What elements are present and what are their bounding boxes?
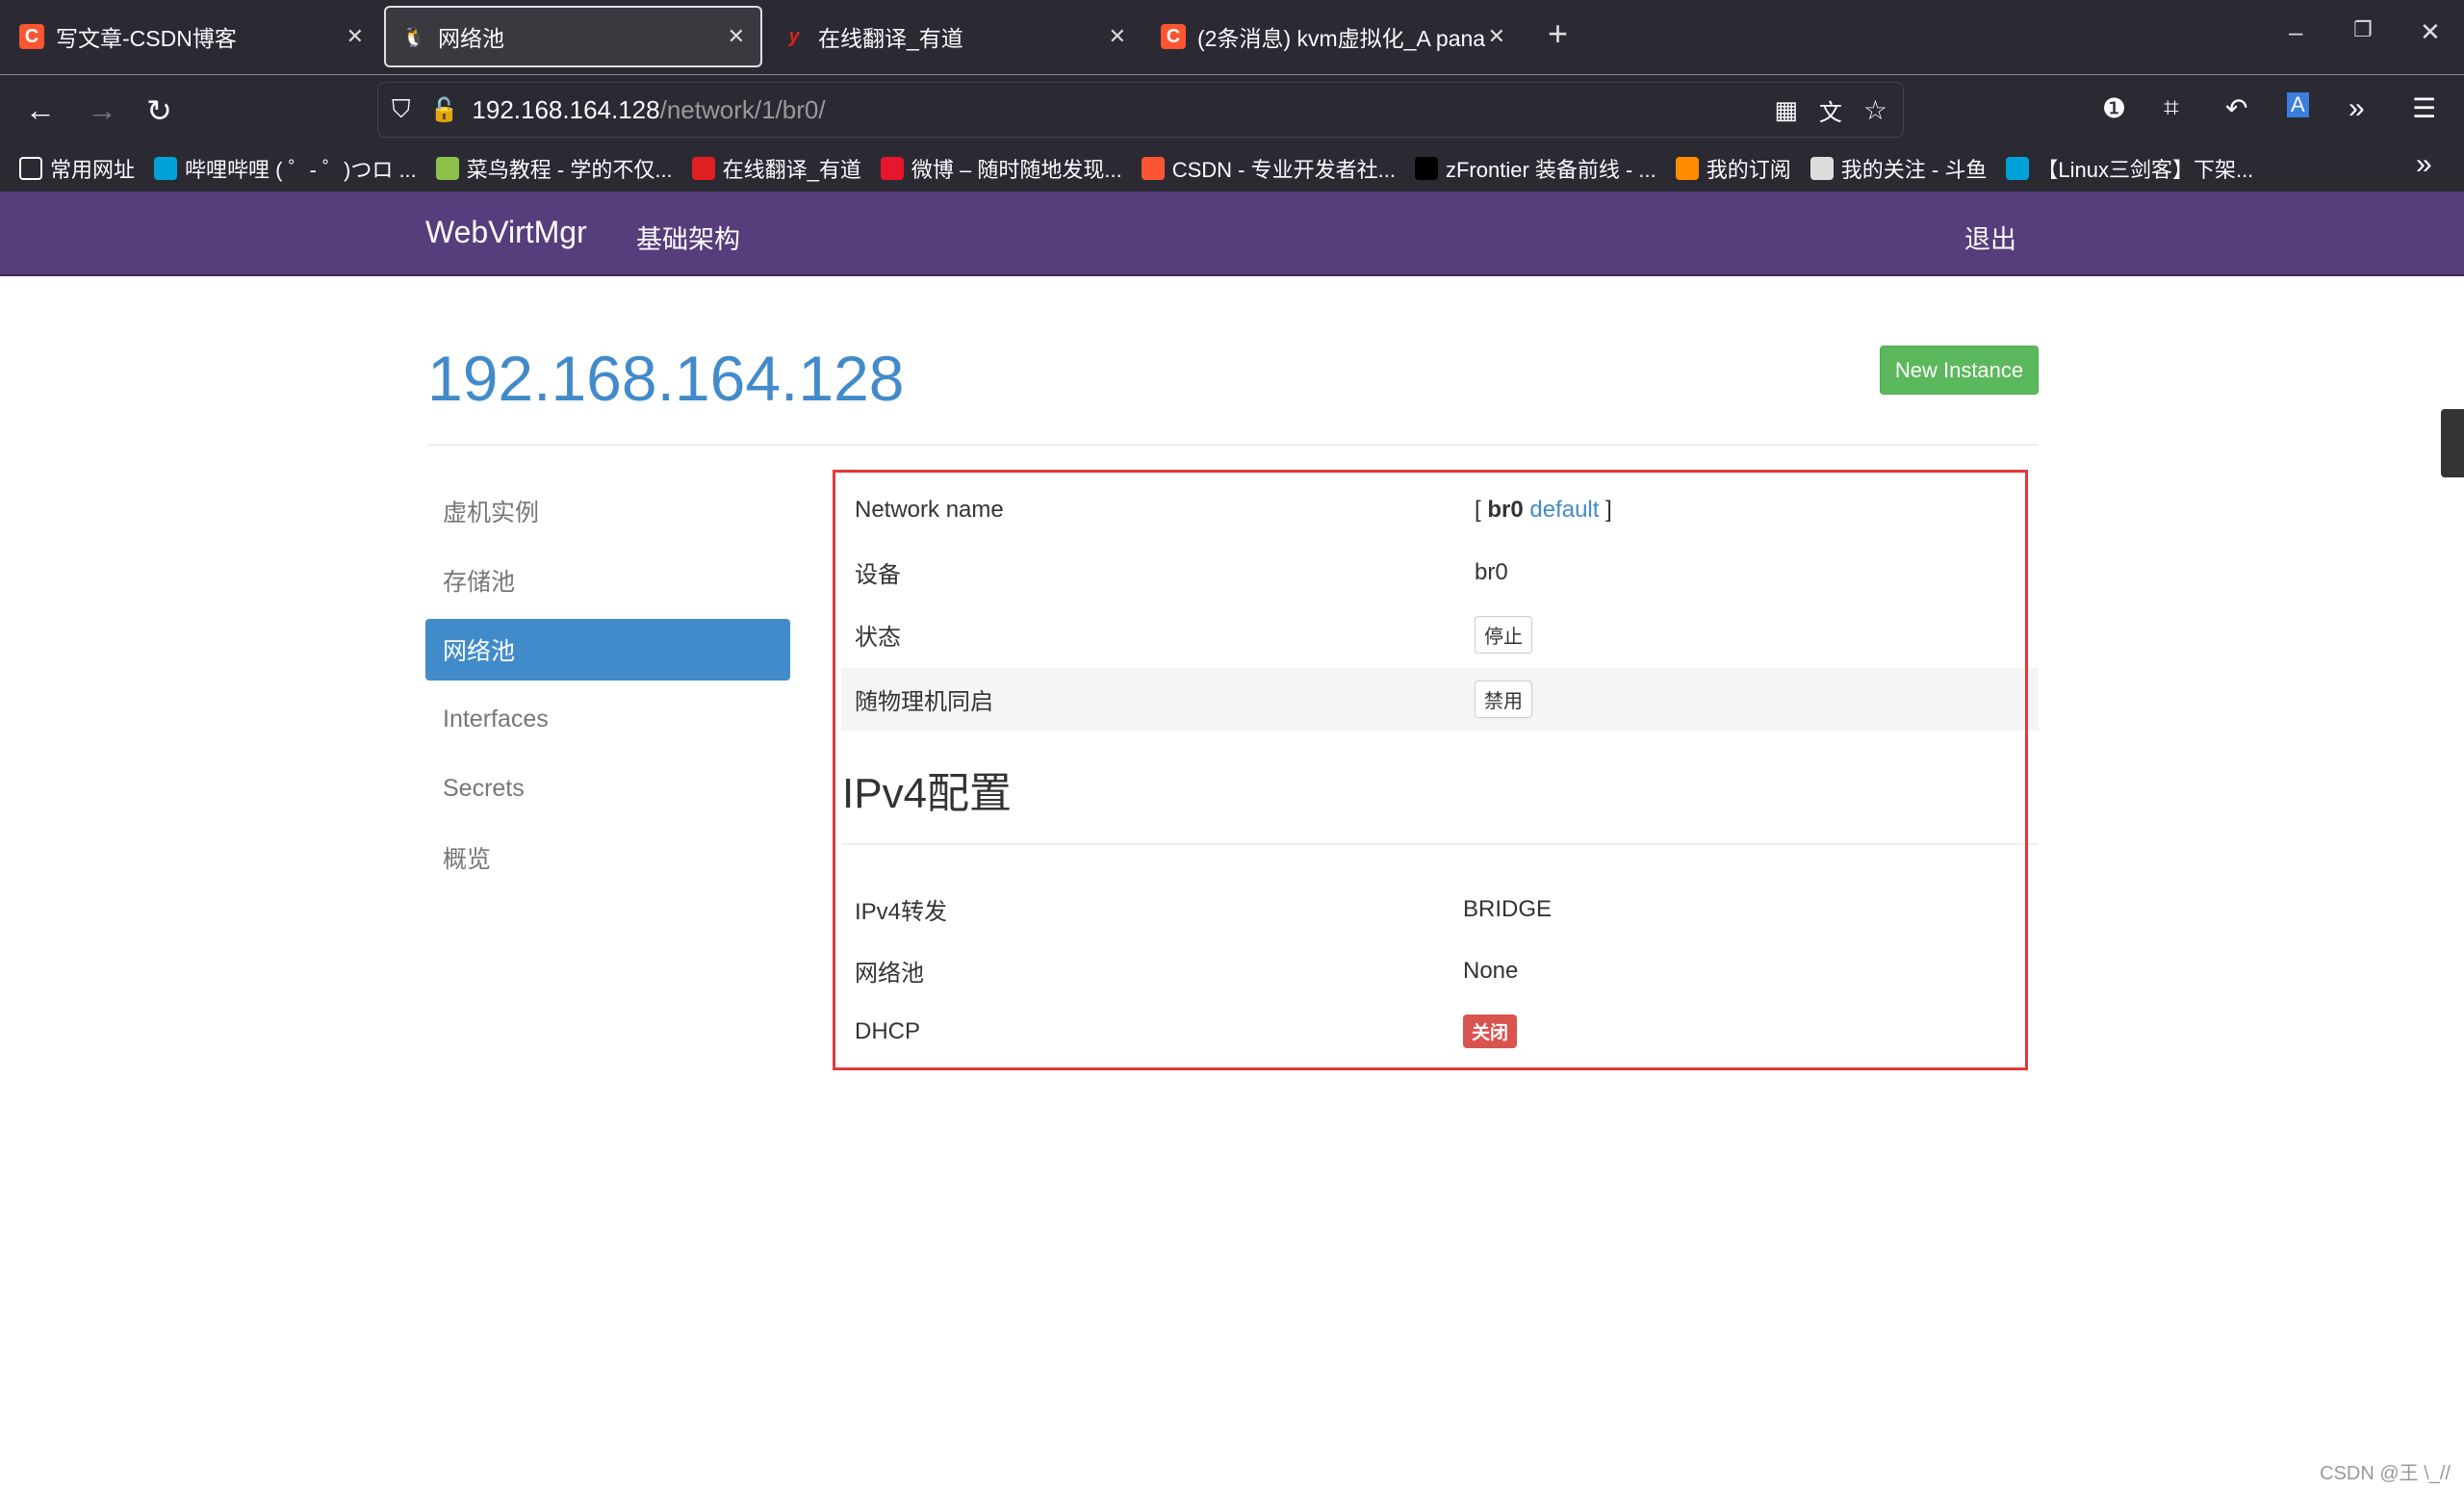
bookmark-label: 在线翻译_有道 <box>722 157 861 182</box>
bookmark-item[interactable]: 我的关注 - 斗鱼 <box>1810 153 1988 184</box>
bookmark-item[interactable]: 常用网址 <box>19 153 135 184</box>
csdn-icon <box>1141 156 1165 180</box>
page-title: 192.168.164.128 <box>427 343 905 414</box>
logout-link[interactable]: 退出 <box>1964 218 2016 256</box>
close-icon[interactable]: ✕ <box>1109 24 1126 49</box>
bookmark-item[interactable]: 【Linux三剑客】下架... <box>2006 153 2253 184</box>
new-tab-button[interactable]: + <box>1548 13 1568 54</box>
linux-penguin-icon: 🐧 <box>401 26 426 48</box>
bookmark-label: 微博 – 随时随地发现... <box>911 157 1122 182</box>
extension-badge-icon[interactable]: ❶ <box>2102 92 2126 124</box>
bilibili-icon <box>154 156 178 180</box>
folder-icon <box>19 156 42 180</box>
sidebar-item-networks[interactable]: 网络池 <box>425 619 790 681</box>
tab-title: 在线翻译_有道 <box>818 26 963 51</box>
tab-title: (2条消息) kvm虚拟化_A panac <box>1197 26 1486 51</box>
sidebar-item-secrets[interactable]: Secrets <box>425 754 790 823</box>
sidebar-item-instances[interactable]: 虚机实例 <box>425 476 790 546</box>
close-icon[interactable]: ✕ <box>1488 24 1505 49</box>
csdn-icon: C <box>1161 24 1186 49</box>
navigation-toolbar: ← → ↻ ⛉ 🔓 192.168.164.128/network/1/br0/… <box>0 74 2464 144</box>
highlight-box <box>833 470 2028 1070</box>
bookmark-label: 哔哩哔哩 ( ゜- ゜)つロ ... <box>185 157 417 182</box>
tab-strip: C 写文章-CSDN博客 ✕ 🐧 网络池 ✕ y 在线翻译_有道 ✕ C (2条消息) kvm… <box>0 0 2464 74</box>
tab-youdao[interactable]: y 在线翻译_有道 ✕ <box>766 6 1142 67</box>
bookmark-star-icon[interactable]: ☆ <box>1863 94 1887 126</box>
douyu-fish-icon <box>1810 156 1834 180</box>
url-bar[interactable]: ⛉ 🔓 192.168.164.128/network/1/br0/ ▦ 文 ☆ <box>377 82 1904 138</box>
close-window-button[interactable]: ✕ <box>2420 17 2441 47</box>
forward-icon[interactable]: → <box>87 92 117 128</box>
divider <box>427 444 2039 446</box>
menu-icon[interactable]: ☰ <box>2412 92 2436 124</box>
bookmark-label: 我的关注 - 斗鱼 <box>1840 157 1988 182</box>
tab-kvm[interactable]: C (2条消息) kvm虚拟化_A panac ✕ <box>1145 6 1521 67</box>
bookmark-label: 菜鸟教程 - 学的不仅... <box>466 157 673 182</box>
bookmark-item[interactable]: 哔哩哔哩 ( ゜- ゜)つロ ... <box>154 153 417 184</box>
reload-icon[interactable]: ↻ <box>146 92 172 129</box>
bookmark-item[interactable]: 在线翻译_有道 <box>691 153 861 184</box>
bookmark-item[interactable]: CSDN - 专业开发者社... <box>1141 153 1396 184</box>
douyu-icon <box>1675 156 1699 180</box>
bookmarks-overflow-icon[interactable]: » <box>2416 148 2432 181</box>
tab-title: 网络池 <box>438 26 504 51</box>
bookmark-item[interactable]: 微博 – 随时随地发现... <box>880 153 1122 184</box>
bookmark-label: CSDN - 专业开发者社... <box>1171 157 1396 182</box>
side-panel-handle[interactable] <box>2441 409 2464 477</box>
bookmark-item[interactable]: 菜鸟教程 - 学的不仅... <box>435 153 673 184</box>
google-translate-icon[interactable]: A <box>2287 92 2309 117</box>
crop-icon[interactable]: ⌗ <box>2164 92 2179 124</box>
new-instance-button[interactable]: New Instance <box>1880 346 2039 395</box>
back-icon[interactable]: ← <box>25 92 56 128</box>
sidebar-item-interfaces[interactable]: Interfaces <box>425 684 790 754</box>
url-path: /network/1/br0/ <box>659 94 826 124</box>
browser-chrome: C 写文章-CSDN博客 ✕ 🐧 网络池 ✕ y 在线翻译_有道 ✕ C (2条消息) kvm… <box>0 0 2464 192</box>
bookmark-item[interactable]: zFrontier 装备前线 - ... <box>1414 153 1656 184</box>
close-icon[interactable]: ✕ <box>346 24 364 49</box>
tab-csdn-write[interactable]: C 写文章-CSDN博客 ✕ <box>4 6 379 67</box>
bookmark-label: 我的订阅 <box>1706 157 1791 182</box>
top-navbar: WebVirtMgr 基础架构 退出 <box>0 192 2464 276</box>
overflow-chevron-icon[interactable]: » <box>2348 92 2365 125</box>
minimize-button[interactable]: – <box>2289 17 2302 47</box>
nav-infrastructure[interactable]: 基础架构 <box>636 218 740 256</box>
runoob-icon <box>435 156 459 180</box>
tab-title: 写文章-CSDN博客 <box>56 26 237 51</box>
bookmark-item[interactable]: 我的订阅 <box>1675 153 1791 184</box>
translate-icon[interactable]: 文 <box>1819 93 1842 127</box>
zfrontier-icon <box>1414 156 1438 180</box>
undo-icon[interactable]: ↶ <box>2225 92 2247 124</box>
youdao-icon: y <box>788 25 800 47</box>
close-icon[interactable]: ✕ <box>728 24 745 49</box>
bilibili-icon <box>2006 156 2030 180</box>
bookmark-label: zFrontier 装备前线 - ... <box>1445 157 1656 182</box>
restore-button[interactable]: ❐ <box>2353 17 2373 42</box>
bookmarks-bar: 常用网址 哔哩哔哩 ( ゜- ゜)つロ ... 菜鸟教程 - 学的不仅... 在线翻译… <box>0 144 2464 192</box>
qr-code-icon[interactable]: ▦ <box>1774 95 1798 125</box>
sidebar: 虚机实例 存储池 网络池 Interfaces Secrets 概览 <box>425 476 790 892</box>
tab-network-pool[interactable]: 🐧 网络池 ✕ <box>384 6 762 67</box>
sidebar-item-storage[interactable]: 存储池 <box>425 546 790 615</box>
url-host: 192.168.164.128 <box>472 94 660 124</box>
sidebar-item-overview[interactable]: 概览 <box>425 823 790 892</box>
bookmark-label: 常用网址 <box>50 157 136 182</box>
csdn-icon: C <box>19 24 44 49</box>
bookmark-label: 【Linux三剑客】下架... <box>2037 157 2254 182</box>
watermark: CSDN @王 \_// <box>2320 1463 2451 1484</box>
brand-link[interactable]: WebVirtMgr <box>425 215 587 250</box>
youdao-icon <box>691 156 715 180</box>
shield-icon[interactable]: ⛉ <box>392 94 411 125</box>
weibo-icon <box>880 156 904 180</box>
insecure-lock-icon[interactable]: 🔓 <box>430 96 459 124</box>
